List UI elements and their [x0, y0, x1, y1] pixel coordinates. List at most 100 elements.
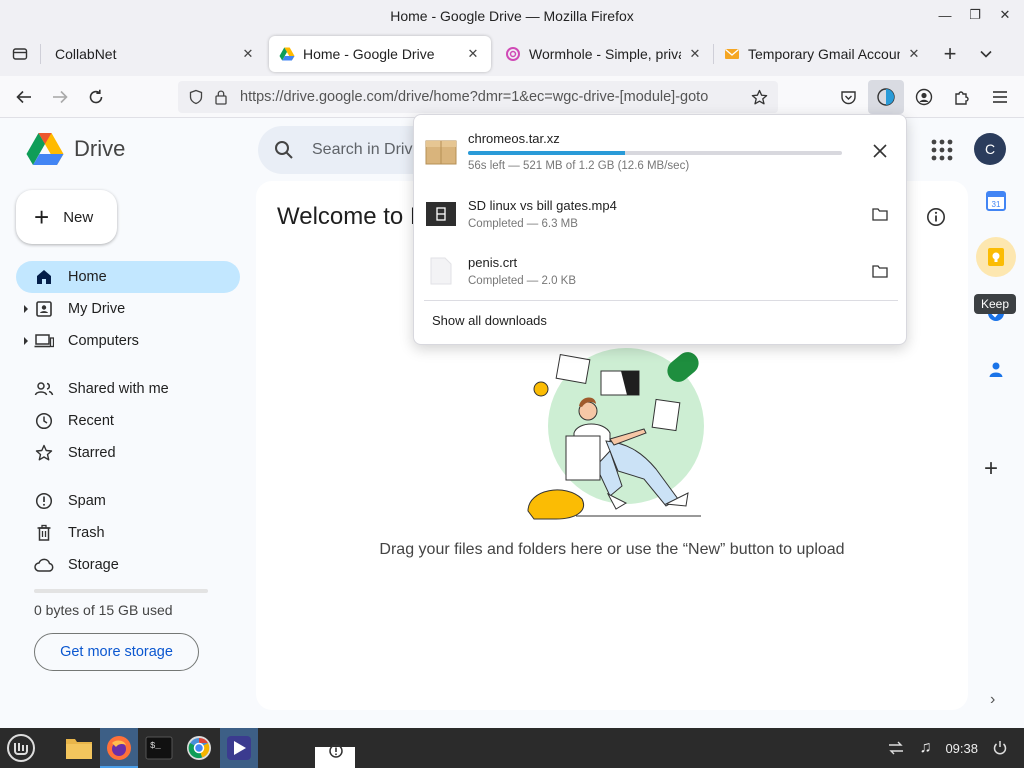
window-controls: — ❐ ✕: [936, 6, 1014, 24]
calendar-button[interactable]: 31: [976, 181, 1016, 221]
sidebar-item-shared[interactable]: Shared with me: [16, 373, 240, 405]
sidebar-item-label: Computers: [68, 333, 139, 349]
mint-menu-icon: [7, 734, 35, 762]
search-icon[interactable]: [274, 140, 294, 160]
info-icon[interactable]: [926, 207, 946, 227]
taskbar-firefox[interactable]: [100, 728, 138, 768]
search-placeholder: Search in Drive: [312, 141, 422, 158]
avatar[interactable]: C: [974, 133, 1006, 165]
tab-google-drive[interactable]: Home - Google Drive ✕: [269, 36, 491, 72]
drive-search-input[interactable]: Search in Drive: [258, 126, 438, 174]
svg-text:31: 31: [992, 200, 1001, 209]
google-drive-logo-icon: [26, 133, 64, 165]
sidebar-item-recent[interactable]: Recent: [16, 405, 240, 437]
chevron-right-icon: ›: [990, 691, 996, 708]
download-item[interactable]: penis.crt Completed — 2.0 KB: [424, 245, 898, 297]
new-button[interactable]: + New: [16, 190, 117, 244]
account-button[interactable]: [906, 80, 942, 114]
chromium-icon: [187, 736, 211, 760]
avatar-letter: C: [984, 141, 996, 157]
tab-collabnet[interactable]: CollabNet ✕: [41, 36, 266, 72]
chevron-down-icon: [980, 50, 992, 58]
show-all-downloads-button[interactable]: Show all downloads: [432, 313, 547, 328]
bookmark-star-icon[interactable]: [751, 89, 768, 106]
taskbar-clock[interactable]: 09:38: [945, 741, 978, 756]
notification-popup[interactable]: [315, 744, 355, 768]
pocket-button[interactable]: [830, 80, 866, 114]
keep-tooltip: Keep: [974, 294, 1017, 314]
tab-close-icon[interactable]: ✕: [687, 46, 703, 62]
navigation-toolbar: https://drive.google.com/drive/home?dmr=…: [0, 76, 1024, 118]
mail-favicon-icon: [725, 49, 739, 59]
reload-icon: [89, 89, 103, 103]
cloud-icon: [34, 555, 54, 575]
forward-button[interactable]: [42, 79, 78, 115]
taskbar-media-player[interactable]: [220, 728, 258, 768]
download-file-name: penis.crt: [468, 255, 518, 270]
google-apps-icon[interactable]: [928, 136, 956, 164]
close-window-icon[interactable]: ✕: [996, 6, 1014, 24]
power-icon[interactable]: [992, 740, 1008, 756]
back-button[interactable]: [6, 79, 42, 115]
music-note-icon[interactable]: ♫: [919, 739, 931, 757]
drive-sidenav: Home My Drive Computers Shared with me R…: [16, 261, 240, 581]
drive-logo[interactable]: Drive: [26, 132, 125, 166]
wormhole-favicon-icon: [506, 47, 520, 61]
tab-close-icon[interactable]: ✕: [465, 46, 481, 62]
taskbar-files[interactable]: [60, 728, 98, 768]
keep-button[interactable]: [976, 237, 1016, 277]
sidebar-item-home[interactable]: Home: [16, 261, 240, 293]
side-panel-rail: 31: [976, 181, 1016, 405]
tab-wormhole[interactable]: Wormhole - Simple, private ✕: [495, 36, 713, 72]
expand-caret-icon[interactable]: [24, 337, 28, 345]
minimize-icon[interactable]: —: [936, 6, 954, 24]
show-side-panel-button[interactable]: ›: [990, 691, 995, 709]
tab-close-icon[interactable]: ✕: [906, 46, 922, 62]
expand-caret-icon[interactable]: [24, 305, 28, 313]
sidebar-item-starred[interactable]: Starred: [16, 437, 240, 469]
start-menu-button[interactable]: [2, 728, 40, 768]
window-titlebar: Home - Google Drive — Mozilla Firefox — …: [0, 0, 1024, 32]
download-progress-fill: [468, 150, 626, 155]
downloads-button[interactable]: [868, 80, 904, 114]
download-item[interactable]: chromeos.tar.xz 56s left — 521 MB of 1.2…: [424, 125, 898, 177]
archive-file-icon: [424, 134, 458, 168]
contacts-button[interactable]: [976, 349, 1016, 389]
sidebar-item-trash[interactable]: Trash: [16, 517, 240, 549]
cancel-download-button[interactable]: [868, 139, 892, 163]
sidebar-item-storage[interactable]: Storage: [16, 549, 240, 581]
menu-button[interactable]: [982, 80, 1018, 114]
tab-label: Home - Google Drive: [303, 46, 435, 62]
network-icon[interactable]: [887, 740, 905, 756]
google-keep-icon: [988, 248, 1004, 266]
reload-button[interactable]: [78, 79, 114, 115]
sidebar-item-label: Recent: [68, 413, 114, 429]
maximize-icon[interactable]: ❐: [966, 6, 984, 24]
get-more-storage-button[interactable]: Get more storage: [34, 633, 199, 671]
home-icon: [34, 267, 54, 287]
download-progress-bar: [468, 150, 842, 155]
taskbar-terminal[interactable]: $_: [140, 728, 178, 768]
list-all-tabs-button[interactable]: [968, 36, 1004, 72]
sidebar-item-spam[interactable]: Spam: [16, 485, 240, 517]
new-tab-button[interactable]: +: [932, 36, 968, 72]
download-item[interactable]: SD linux vs bill gates.mp4 Completed — 6…: [424, 188, 898, 240]
tab-close-icon[interactable]: ✕: [240, 46, 256, 62]
tab-temp-gmail[interactable]: Temporary Gmail Account | ✕: [714, 36, 932, 72]
show-in-folder-button[interactable]: [868, 202, 892, 226]
show-in-folder-button[interactable]: [868, 259, 892, 283]
storage-usage-text: 0 bytes of 15 GB used: [34, 602, 173, 618]
shield-icon[interactable]: [188, 89, 204, 105]
tab-list-button[interactable]: [0, 32, 40, 76]
lock-icon[interactable]: [214, 89, 228, 105]
get-add-ons-button[interactable]: +: [984, 455, 998, 483]
sidebar-item-my-drive[interactable]: My Drive: [16, 293, 240, 325]
computer-icon: [34, 331, 54, 351]
sidebar-item-label: My Drive: [68, 301, 126, 317]
taskbar-chromium[interactable]: [180, 728, 218, 768]
extensions-button[interactable]: [944, 80, 980, 114]
sidebar-item-computers[interactable]: Computers: [16, 325, 240, 357]
google-calendar-icon: 31: [986, 191, 1006, 211]
url-bar[interactable]: https://drive.google.com/drive/home?dmr=…: [178, 81, 778, 113]
generic-file-icon: [424, 254, 458, 288]
